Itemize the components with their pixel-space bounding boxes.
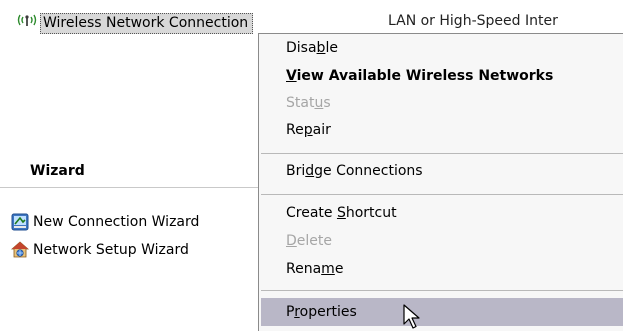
menu-separator	[261, 194, 623, 195]
context-menu: Disable View Available Wireless Networks…	[258, 33, 623, 331]
wizard-divider	[0, 187, 258, 188]
menu-item-properties-highlight[interactable]: Properties	[261, 298, 623, 326]
menu-separator	[261, 153, 623, 154]
connection-list-item[interactable]: Wireless Network Connection	[14, 8, 254, 38]
menu-item-status: Status	[286, 95, 331, 111]
menu-item-disable[interactable]: Disable	[286, 35, 338, 61]
network-setup-wizard-label: Network Setup Wizard	[33, 242, 189, 258]
wireless-signal-icon	[14, 11, 40, 35]
connection-name[interactable]: Wireless Network Connection	[40, 12, 254, 34]
wizard-heading: Wizard	[30, 163, 85, 179]
mouse-pointer-icon	[402, 304, 426, 330]
menu-item-delete: Delete	[286, 233, 332, 249]
network-connections-window: Wireless Network Connection LAN or High-…	[0, 0, 623, 331]
menu-item-create-shortcut[interactable]: Create Shortcut	[286, 200, 397, 226]
new-connection-wizard-icon	[11, 213, 29, 231]
new-connection-wizard-link[interactable]: New Connection Wizard	[11, 211, 199, 233]
menu-separator	[261, 290, 623, 291]
menu-item-repair[interactable]: Repair	[286, 117, 331, 143]
new-connection-wizard-label: New Connection Wizard	[33, 214, 200, 230]
menu-item-view-available-wireless-networks[interactable]: View Available Wireless Networks	[286, 63, 553, 89]
menu-item-properties[interactable]: Properties	[286, 299, 357, 325]
network-setup-wizard-link[interactable]: Network Setup Wizard	[10, 239, 189, 261]
menu-item-rename[interactable]: Rename	[286, 256, 343, 282]
menu-item-bridge-connections[interactable]: Bridge Connections	[286, 158, 423, 184]
network-setup-wizard-icon	[10, 241, 30, 259]
connection-type-label: LAN or High-Speed Inter	[388, 13, 558, 29]
